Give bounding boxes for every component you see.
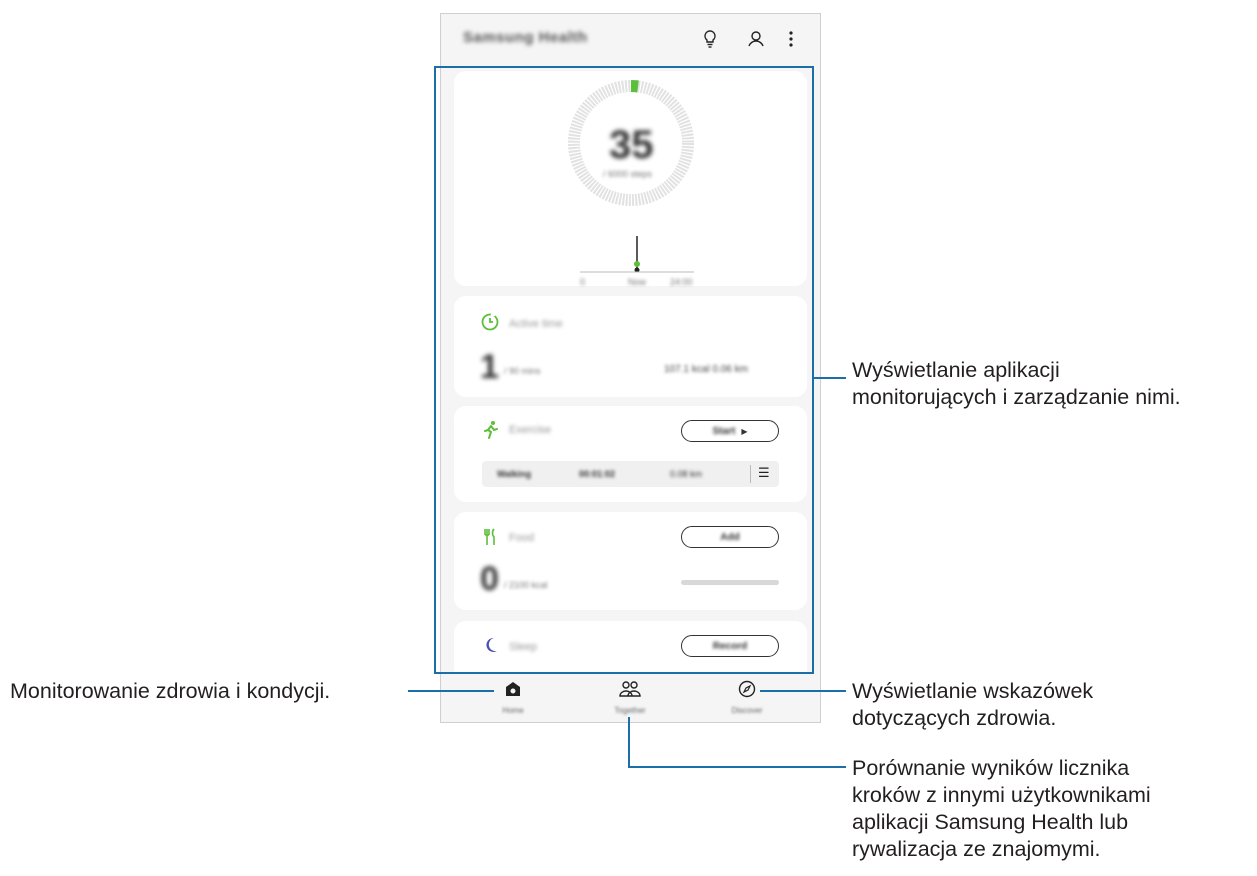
sleep-record-label: Record [712, 640, 748, 652]
chart-label-start: 0 [580, 277, 586, 287]
steps-card[interactable]: 35 / 6000 steps 0 Now 24:00 [454, 71, 807, 287]
together-callout: Porównanie wyników licznika kroków z inn… [852, 755, 1151, 863]
running-icon [482, 420, 500, 445]
trackers-callout-line2: monitorujących i zarządzanie nimi. [852, 385, 1181, 409]
app-title: Samsung Health [463, 29, 588, 46]
chart-label-now: Now [628, 277, 647, 287]
sleep-record-button[interactable]: Record [681, 635, 779, 657]
last-exercise-row[interactable]: Walking 00:01:02 0.08 km ☰ [482, 461, 779, 487]
person-icon[interactable] [743, 26, 769, 52]
nav-home-label: Home [502, 706, 524, 715]
trackers-callout-line [814, 377, 846, 379]
active-time-detail: 107.1 kcal 0.06 km [664, 364, 748, 375]
together-callout-line1: Porównanie wyników licznika [852, 756, 1130, 780]
food-card[interactable]: Food Add 0 / 2100 kcal [454, 512, 807, 610]
phone-screen: Samsung Health 35 / 6000 steps 0 Now 24:… [440, 13, 821, 723]
nav-discover-label: Discover [731, 706, 763, 715]
discover-callout-line1: Wyświetlanie wskazówek [852, 679, 1094, 703]
active-time-unit: / 90 mins [504, 366, 541, 376]
cutlery-icon [483, 528, 497, 551]
people-icon [590, 680, 670, 704]
exercise-title: Exercise [509, 424, 552, 436]
food-progress-bar [681, 580, 779, 585]
nav-home[interactable]: Home [473, 680, 553, 715]
more-vertical-icon[interactable] [778, 26, 804, 52]
lightbulb-icon[interactable] [697, 26, 723, 52]
exercise-card[interactable]: Exercise Start ▶ Walking 00:01:02 0.08 k… [454, 406, 807, 502]
last-exercise-distance: 0.08 km [670, 469, 703, 479]
chart-label-end: 24:00 [670, 277, 693, 287]
discover-callout-line [760, 690, 846, 692]
exercise-start-label: Start [712, 425, 736, 437]
together-callout-line2: kroków z innymi użytkownikami [852, 783, 1151, 807]
food-unit: / 2100 kcal [504, 580, 548, 590]
discover-callout: Wyświetlanie wskazówek dotyczących zdrow… [852, 678, 1093, 732]
play-icon: ▶ [741, 426, 748, 436]
compass-icon [707, 680, 787, 704]
active-time-card[interactable]: Active time 1 / 90 mins 107.1 kcal 0.06 … [454, 296, 807, 397]
together-callout-line3: aplikacji Samsung Health lub [852, 810, 1129, 834]
last-exercise-type: Walking [497, 469, 532, 479]
home-callout: Monitorowanie zdrowia i kondycji. [10, 679, 331, 703]
nav-discover[interactable]: Discover [707, 680, 787, 715]
sleep-title: Sleep [509, 641, 538, 653]
sleep-card[interactable]: Sleep Record [454, 621, 807, 681]
trackers-callout: Wyświetlanie aplikacji monitorujących i … [852, 357, 1181, 411]
together-callout-line-v [628, 717, 630, 767]
home-callout-line [408, 690, 494, 692]
steps-target: / 6000 steps [603, 169, 653, 179]
nav-together[interactable]: Together [590, 680, 670, 715]
moon-icon [484, 637, 498, 658]
home-icon [473, 680, 553, 704]
active-time-icon [480, 312, 500, 337]
exercise-start-button[interactable]: Start ▶ [681, 420, 779, 442]
active-time-title: Active time [509, 318, 563, 330]
list-icon[interactable]: ☰ [758, 465, 770, 481]
trackers-callout-line1: Wyświetlanie aplikacji [852, 358, 1060, 382]
discover-callout-line2: dotyczących zdrowia. [852, 706, 1057, 730]
last-exercise-time: 00:01:02 [579, 469, 616, 479]
together-callout-line-h [628, 766, 846, 768]
app-bar: Samsung Health [441, 14, 820, 64]
food-value: 0 [480, 560, 499, 598]
active-time-value: 1 [480, 348, 499, 386]
steps-count: 35 [609, 123, 654, 167]
food-add-label: Add [720, 531, 740, 543]
nav-together-label: Together [614, 706, 646, 715]
together-callout-line4: rywalizacja ze znajomymi. [852, 837, 1101, 861]
food-title: Food [509, 532, 535, 544]
food-add-button[interactable]: Add [681, 526, 779, 548]
bottom-navigation: Home Together Discover [441, 674, 820, 722]
